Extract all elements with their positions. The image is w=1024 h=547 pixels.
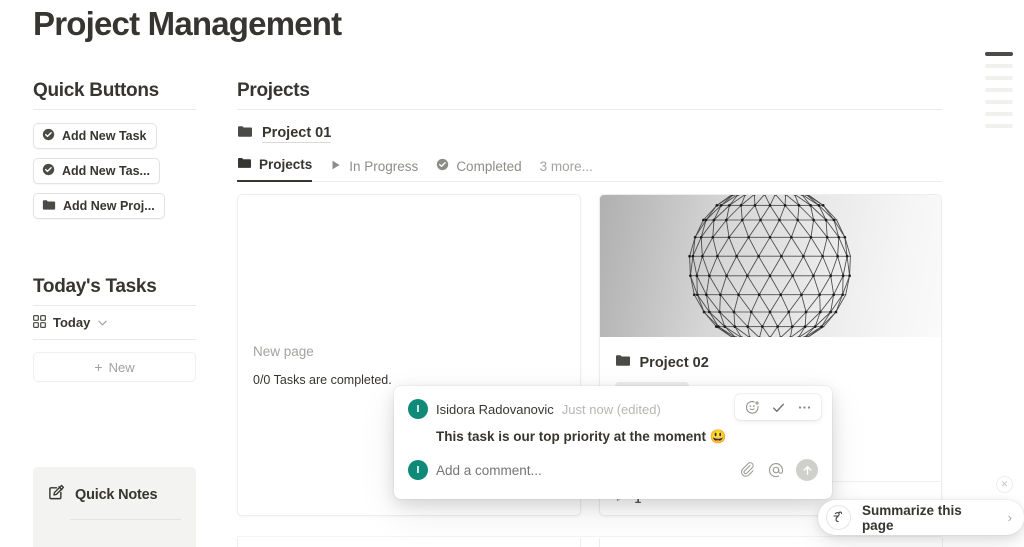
today-row-divider [33,339,196,340]
outline-line[interactable] [985,88,1013,92]
outline-line[interactable] [985,64,1013,68]
next-cards-row [237,538,943,547]
quick-button-label: Add New Tas... [62,164,150,178]
resolve-check-icon[interactable] [767,396,789,418]
breadcrumb[interactable]: Project 01 [237,124,332,143]
check-circle-icon [42,128,55,144]
comment-action-toolbar [735,394,821,420]
check-circle-icon [42,163,55,179]
comment-tools [740,459,818,481]
avatar: I [408,460,428,480]
summarize-label: Summarize this page [861,502,962,533]
tab-projects[interactable]: Projects [237,156,313,182]
outline-line[interactable] [985,100,1013,104]
comment-popup: I Isidora Radovanovic Just now (edited) … [394,386,832,499]
sidebar: Quick Buttons Add New Task Add New Tas..… [33,78,196,382]
today-view-label: Today [53,315,91,330]
attachment-icon[interactable] [740,462,756,478]
plus-icon: + [94,359,103,375]
folder-icon [237,124,253,143]
more-options-icon[interactable] [793,396,815,418]
project-card-placeholder[interactable] [237,538,581,547]
quick-notes-header: Quick Notes [48,484,181,506]
grid-icon [33,314,46,331]
mention-icon[interactable] [768,462,784,478]
quick-buttons-heading: Quick Buttons [33,80,159,101]
card-title-row: Project 02 [600,337,942,372]
geodesic-sphere-graphic [688,195,852,337]
summarize-page-button[interactable]: Summarize this page › [818,500,1024,535]
projects-heading: Projects [237,80,310,101]
chevron-right-icon: › [1007,510,1012,525]
page-outline-indicator[interactable] [985,52,1013,128]
folder-icon [237,156,252,172]
tab-label: Completed [456,158,522,174]
tab-label: Projects [259,156,313,172]
quick-buttons-list: Add New Task Add New Tas... Add New Proj… [33,123,196,219]
quick-buttons-divider [33,109,196,110]
tab-bar: Projects In Progress Completed 3 more... [237,156,942,182]
send-icon[interactable] [796,459,818,481]
folder-icon [42,198,56,214]
card-title: Project 02 [639,354,709,371]
comment-body: This task is our top priority at the mom… [436,429,727,444]
project-card-placeholder[interactable] [599,538,943,547]
quick-notes-divider [70,519,181,520]
row-divider [237,536,942,537]
add-new-task-button[interactable]: Add New Task [33,123,157,149]
page-title: Project Management [33,5,342,42]
comment-input[interactable] [436,462,732,478]
play-icon [330,159,342,174]
outline-line[interactable] [985,112,1013,116]
tab-label: In Progress [349,159,419,174]
outline-line[interactable] [985,76,1013,80]
breadcrumb-label: Project 01 [262,124,332,143]
card-cover-image [599,195,941,337]
quick-notes-card[interactable]: Quick Notes [33,467,196,547]
add-reaction-icon[interactable] [741,396,763,418]
projects-divider [237,109,942,110]
tab-more[interactable]: 3 more... [540,159,593,182]
comment-input-row: I [408,459,818,481]
chevron-down-icon [98,318,107,328]
todays-tasks-section: Today's Tasks Today + New [33,274,196,382]
tab-label: 3 more... [539,159,593,174]
card-subtitle: 0/0 Tasks are completed. [253,373,392,387]
comment-author: Isidora Radovanovic [436,401,554,417]
tab-completed[interactable]: Completed [436,158,522,182]
folder-icon [615,353,631,372]
new-task-button[interactable]: + New [33,352,196,382]
edit-square-icon [48,484,65,506]
quick-button-label: Add New Proj... [63,199,155,213]
ai-sparkle-icon [826,505,851,530]
todays-tasks-heading: Today's Tasks [33,276,157,297]
card-title: New page [253,344,314,359]
outline-line[interactable] [985,124,1013,128]
check-circle-icon [436,158,449,174]
page-root: Project Management Quick Buttons Add New… [0,0,1024,547]
quick-notes-title: Quick Notes [75,487,158,503]
add-new-project-button[interactable]: Add New Proj... [33,193,165,219]
new-task-label: New [108,359,135,375]
today-view-selector[interactable]: Today [33,306,196,339]
quick-button-label: Add New Task [62,129,147,143]
outline-line[interactable] [985,52,1013,56]
comment-timestamp: Just now (edited) [561,401,661,417]
close-button[interactable]: ✕ [996,476,1013,493]
add-new-task-2-button[interactable]: Add New Tas... [33,158,160,184]
tab-in-progress[interactable]: In Progress [330,159,418,182]
avatar: I [408,399,428,419]
